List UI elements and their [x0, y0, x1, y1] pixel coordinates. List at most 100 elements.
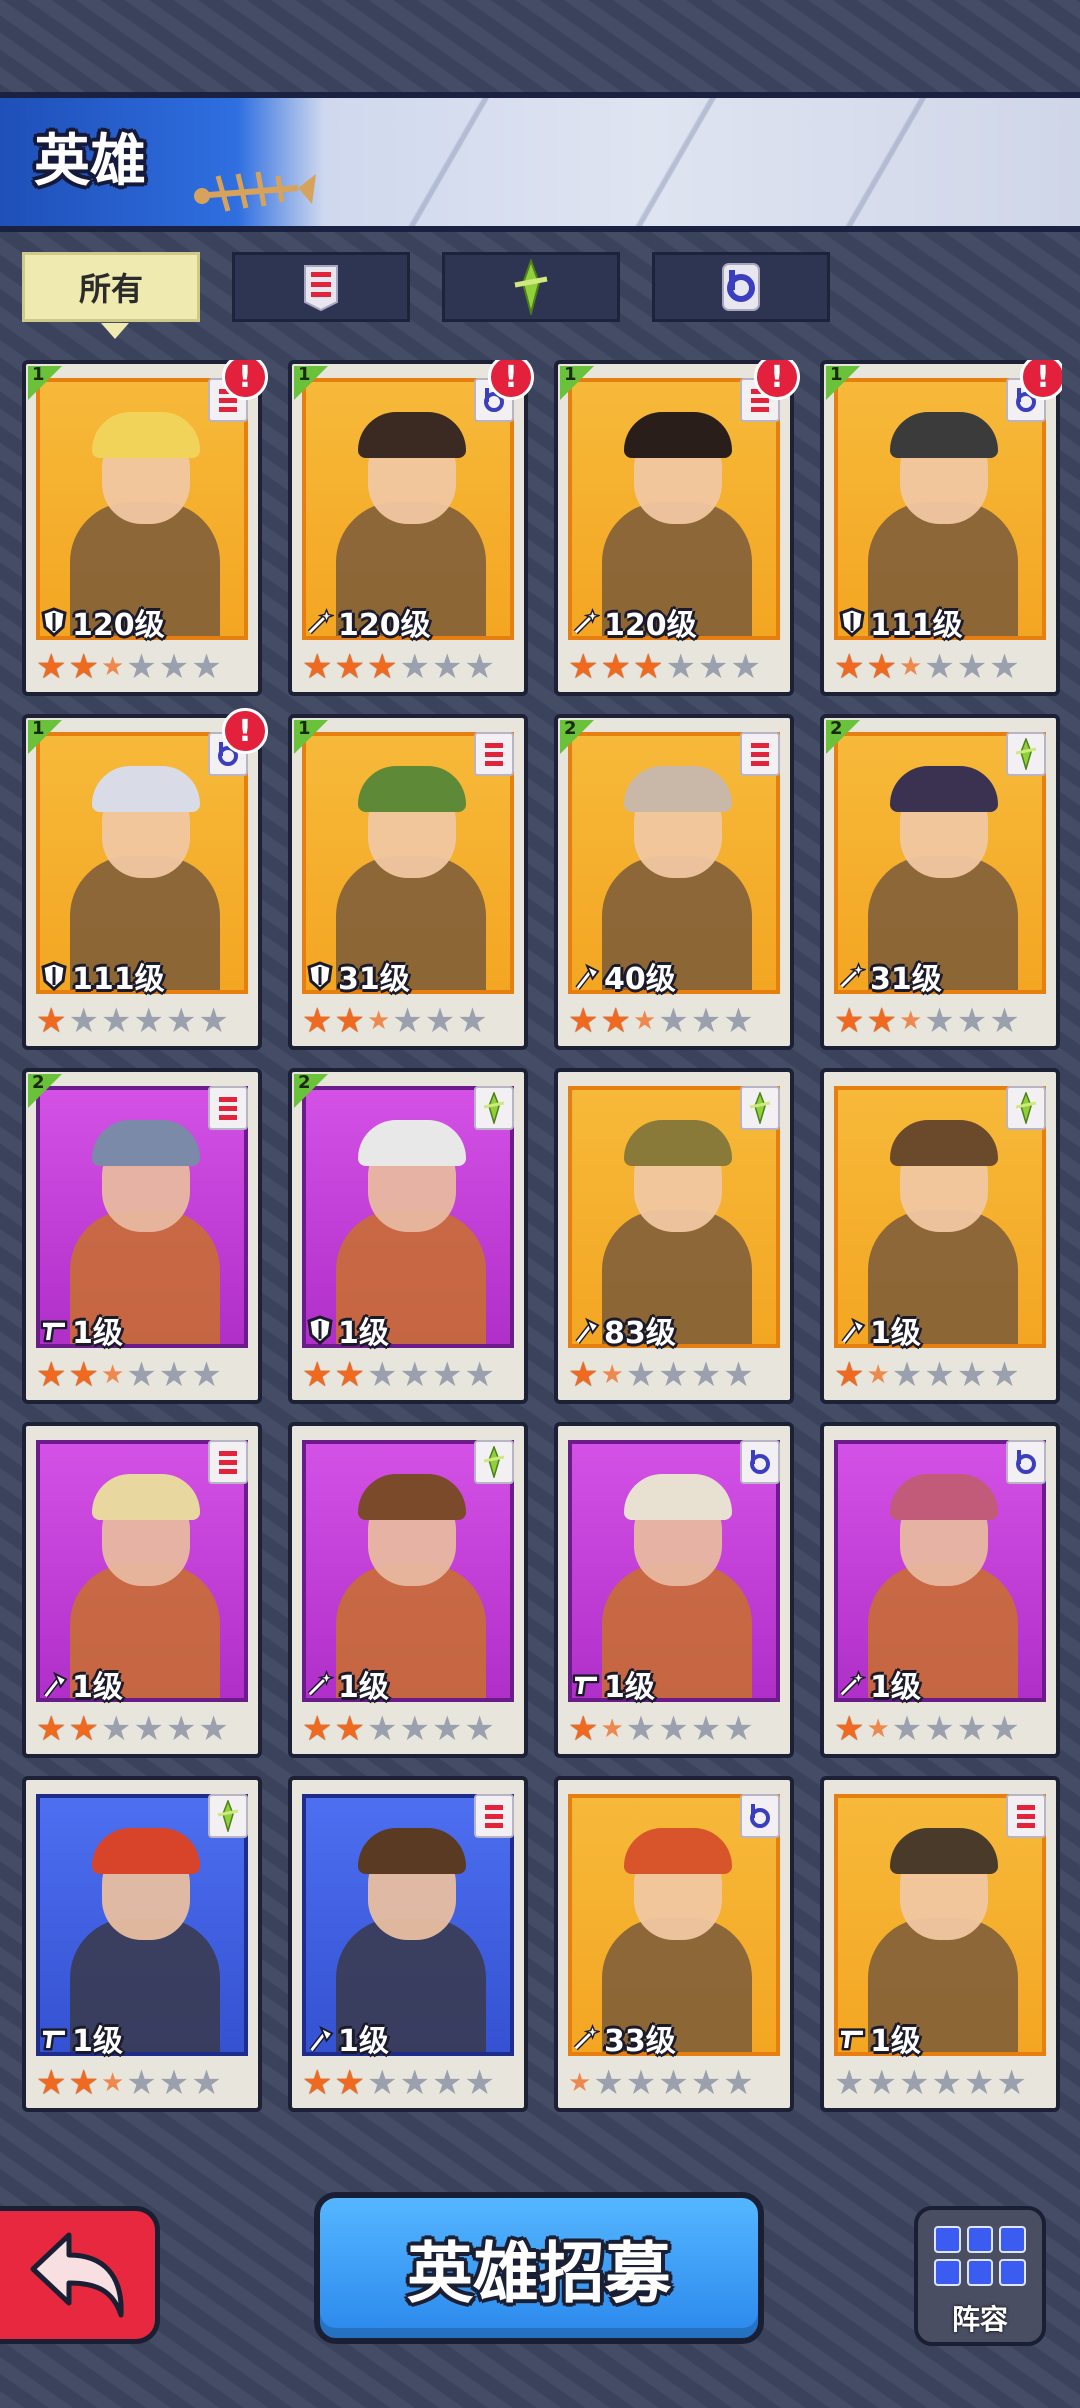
star-icon: ★ — [989, 1709, 1020, 1749]
hero-card[interactable]: 1级 ★ ★ ★ ★ ★ ★ — [288, 1776, 528, 2112]
tab-faction-e[interactable] — [232, 252, 410, 322]
star-icon: ★ — [625, 2063, 657, 2103]
star-icon: ★ — [68, 647, 99, 687]
star-icon: ★ — [632, 647, 664, 687]
star-icon: ★ — [996, 2063, 1027, 2103]
star-icon: ★ — [658, 1709, 689, 1749]
hero-card[interactable]: 2 1级 ★ ★ ★ ★ ★ ★ — [22, 1068, 262, 1404]
hero-card[interactable]: 1级 ★ ★ ★ ★ ★ ★ — [22, 1422, 262, 1758]
star-icon: ★ — [424, 1001, 456, 1041]
faction-sword-icon — [740, 1086, 780, 1130]
star-icon: ★ — [891, 1709, 923, 1749]
star-icon: ★ — [665, 647, 696, 687]
hero-card[interactable]: 1级 ★ ★ ★ ★ ★ ★ — [820, 1776, 1060, 2112]
back-button[interactable] — [0, 2206, 160, 2344]
star-rating: ★ ★ ★ ★ ★ ★ — [302, 1004, 488, 1038]
faction-sword-icon — [514, 259, 548, 315]
star-rating: ★ ★ ★ ★ ★ ★ — [834, 650, 1020, 684]
wand-icon — [306, 1669, 334, 1699]
filter-tabs: 所有 — [22, 252, 1062, 339]
star-icon: ★ — [302, 1001, 333, 1041]
star-icon: ★ — [302, 2063, 333, 2103]
faction-sword-icon — [1006, 1086, 1046, 1130]
tab-faction-sword[interactable] — [442, 252, 620, 322]
hero-level: 111级 — [72, 962, 165, 997]
hero-level: 1级 — [338, 2024, 389, 2059]
star-icon: ★ — [834, 1355, 865, 1395]
back-arrow-icon — [30, 2232, 124, 2318]
hero-card[interactable]: 1! 120级 ★ ★ ★ ★ ★ ★ — [554, 360, 800, 696]
hero-card[interactable]: 1级 ★ ★ ★ ★ ★ ★ — [22, 1776, 262, 2112]
level-row: 120级 — [40, 604, 165, 643]
star-icon: ★ — [898, 652, 923, 682]
hero-card[interactable]: 1! 111级 ★ ★ ★ ★ ★ ★ — [820, 360, 1062, 696]
star-icon: ★ — [334, 647, 365, 687]
lineup-label: 阵容 — [951, 2303, 1008, 2336]
pistol-icon — [40, 2023, 68, 2053]
shield-icon — [306, 1315, 334, 1345]
star-icon: ★ — [392, 1001, 423, 1041]
star-icon: ★ — [399, 1709, 430, 1749]
star-rating: ★ ★ ★ ★ ★ ★ — [302, 650, 495, 684]
star-icon: ★ — [399, 2063, 430, 2103]
star-icon: ★ — [399, 1355, 430, 1395]
rank-number: 1 — [564, 364, 577, 385]
level-row: 40级 — [572, 958, 676, 997]
star-rating: ★ ★ ★ ★ ★ ★ — [36, 1004, 229, 1038]
axe-icon — [40, 1669, 68, 1699]
hero-card[interactable]: 83级 ★ ★ ★ ★ ★ ★ — [554, 1068, 794, 1404]
hero-card[interactable]: 2 40级 ★ ★ ★ ★ ★ ★ — [554, 714, 794, 1050]
hero-card[interactable]: 1! 120级 ★ ★ ★ ★ ★ ★ — [288, 360, 534, 696]
page-title: 英雄 — [34, 129, 146, 194]
hero-card[interactable]: 1! 120级 ★ ★ ★ ★ ★ ★ — [22, 360, 268, 696]
hero-card[interactable]: 1级 ★ ★ ★ ★ ★ ★ — [554, 1422, 794, 1758]
star-icon: ★ — [632, 1006, 657, 1036]
star-icon: ★ — [924, 1355, 955, 1395]
lineup-grid-icon — [934, 2226, 1026, 2286]
header-banner: 英雄 — [0, 92, 1080, 232]
hero-card[interactable]: 1级 ★ ★ ★ ★ ★ ★ — [820, 1422, 1060, 1758]
star-icon: ★ — [198, 1709, 229, 1749]
star-icon: ★ — [924, 1001, 955, 1041]
star-icon: ★ — [302, 1709, 333, 1749]
hero-grid: 1! 120级 ★ ★ ★ ★ ★ ★ 1! 120级 ★ ★ ★ ★ ★ ★ 1! 120级 ★ ★ ★ ★ ★ ★ 1! 11… — [22, 360, 1062, 2168]
tab-faction-bq[interactable] — [652, 252, 830, 322]
star-rating: ★ ★ ★ ★ ★ ★ — [834, 1004, 1020, 1038]
alert-icon: ! — [488, 360, 534, 400]
hero-card[interactable]: 1 31级 ★ ★ ★ ★ ★ ★ — [288, 714, 528, 1050]
star-icon: ★ — [36, 1709, 67, 1749]
hero-level: 111级 — [870, 608, 963, 643]
hero-card[interactable]: 1级 ★ ★ ★ ★ ★ ★ — [288, 1422, 528, 1758]
star-icon: ★ — [457, 1001, 488, 1041]
star-icon: ★ — [658, 2063, 689, 2103]
hero-level: 1级 — [604, 1670, 655, 1705]
alert-icon: ! — [222, 708, 268, 754]
hero-card[interactable]: 2 31级 ★ ★ ★ ★ ★ ★ — [820, 714, 1060, 1050]
hero-level: 31级 — [338, 962, 410, 997]
star-icon: ★ — [834, 2063, 865, 2103]
faction-e-icon — [304, 265, 338, 312]
star-icon: ★ — [464, 1355, 495, 1395]
star-icon: ★ — [158, 1355, 190, 1395]
hero-card[interactable]: 1! 111级 ★ ★ ★ ★ ★ ★ — [22, 708, 268, 1050]
hero-level: 1级 — [870, 1670, 921, 1705]
star-icon: ★ — [568, 2068, 592, 2098]
tab-all[interactable]: 所有 — [22, 252, 200, 339]
star-rating: ★ ★ ★ ★ ★ ★ — [36, 1358, 222, 1392]
hero-card[interactable]: 2 1级 ★ ★ ★ ★ ★ ★ — [288, 1068, 528, 1404]
star-icon: ★ — [898, 1006, 923, 1036]
lineup-button[interactable]: 阵容 — [914, 2206, 1046, 2346]
star-icon: ★ — [690, 1709, 722, 1749]
star-rating: ★ ★ ★ ★ ★ ★ — [834, 1712, 1020, 1746]
star-icon: ★ — [568, 647, 599, 687]
axe-icon — [838, 1315, 866, 1345]
star-icon: ★ — [730, 647, 761, 687]
hero-card[interactable]: 1级 ★ ★ ★ ★ ★ ★ — [820, 1068, 1060, 1404]
star-icon: ★ — [100, 652, 125, 682]
star-icon: ★ — [600, 647, 631, 687]
hero-card[interactable]: 33级 ★ ★ ★ ★ ★ ★ — [554, 1776, 794, 2112]
star-rating: ★ ★ ★ ★ ★ ★ — [568, 1358, 754, 1392]
star-icon: ★ — [625, 1709, 657, 1749]
faction-e-icon — [474, 1794, 514, 1838]
hero-recruit-button[interactable]: 英雄招募 — [314, 2192, 764, 2344]
